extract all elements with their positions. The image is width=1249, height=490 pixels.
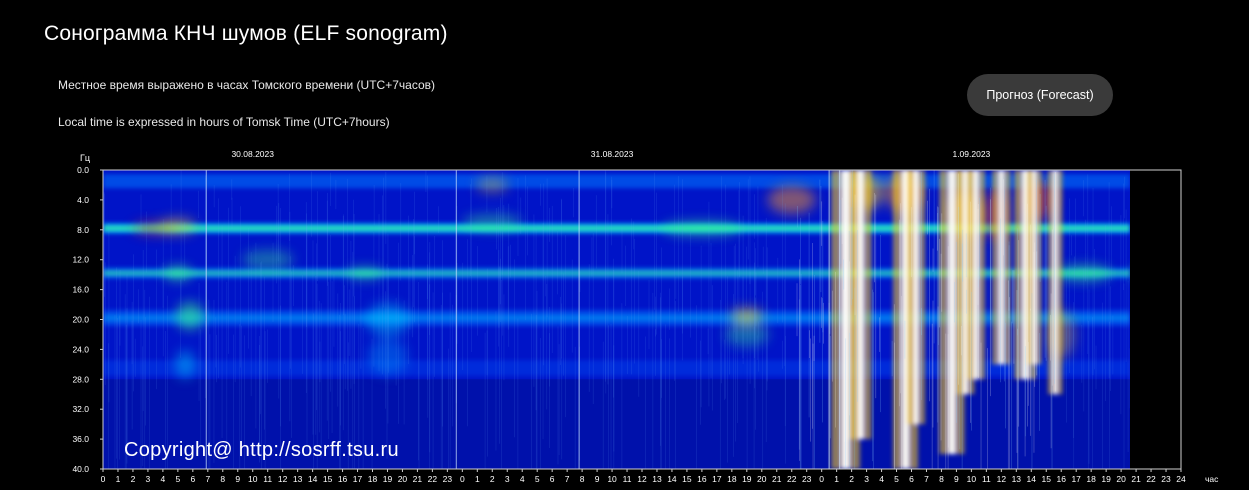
hour-tick-label: 1 bbox=[834, 474, 839, 484]
hour-tick-label: 6 bbox=[550, 474, 555, 484]
hour-tick-label: 8 bbox=[220, 474, 225, 484]
hour-tick-label: 11 bbox=[263, 474, 272, 484]
timezone-note-en: Local time is expressed in hours of Toms… bbox=[58, 115, 390, 129]
hour-tick-label: 0 bbox=[101, 474, 106, 484]
forecast-button[interactable]: Прогноз (Forecast) bbox=[967, 74, 1113, 116]
hour-tick-label: 22 bbox=[1146, 474, 1156, 484]
hour-tick-label: 12 bbox=[997, 474, 1007, 484]
y-tick-label: 40.0 bbox=[72, 464, 89, 474]
hour-tick-label: 19 bbox=[383, 474, 393, 484]
hour-tick-label: 1 bbox=[475, 474, 480, 484]
date-label: 1.09.2023 bbox=[952, 149, 990, 159]
hour-tick-label: 5 bbox=[175, 474, 180, 484]
hour-tick-label: 19 bbox=[1101, 474, 1111, 484]
hour-tick-label: 2 bbox=[131, 474, 136, 484]
hour-tick-label: 11 bbox=[982, 474, 991, 484]
hour-tick-label: 5 bbox=[535, 474, 540, 484]
hour-tick-label: 7 bbox=[924, 474, 929, 484]
hour-tick-label: 16 bbox=[338, 474, 348, 484]
hour-tick-label: 7 bbox=[565, 474, 570, 484]
hour-tick-label: 21 bbox=[413, 474, 423, 484]
copyright-label: Copyright@ http://sosrff.tsu.ru bbox=[124, 439, 399, 461]
hour-tick-label: 18 bbox=[727, 474, 737, 484]
hour-tick-label: 12 bbox=[278, 474, 288, 484]
y-unit-label: Гц bbox=[80, 153, 90, 163]
y-tick-label: 4.0 bbox=[77, 195, 89, 205]
hour-tick-label: 8 bbox=[580, 474, 585, 484]
y-tick-label: 24.0 bbox=[72, 344, 89, 354]
hour-tick-label: 15 bbox=[323, 474, 333, 484]
hour-tick-label: 3 bbox=[864, 474, 869, 484]
y-tick-label: 36.0 bbox=[72, 434, 89, 444]
hour-tick-label: 9 bbox=[235, 474, 240, 484]
hour-tick-label: 14 bbox=[308, 474, 318, 484]
hour-tick-label: 18 bbox=[1086, 474, 1096, 484]
hour-tick-label: 17 bbox=[1071, 474, 1081, 484]
hour-tick-label: 22 bbox=[428, 474, 438, 484]
hour-tick-label: 19 bbox=[742, 474, 752, 484]
y-tick-label: 12.0 bbox=[72, 255, 89, 265]
hour-tick-label: 16 bbox=[697, 474, 707, 484]
hour-tick-label: 12 bbox=[637, 474, 647, 484]
hour-tick-label: 22 bbox=[787, 474, 797, 484]
y-tick-label: 20.0 bbox=[72, 315, 89, 325]
hour-tick-label: 16 bbox=[1056, 474, 1066, 484]
hour-tick-label: 23 bbox=[802, 474, 812, 484]
hour-tick-label: 6 bbox=[190, 474, 195, 484]
hour-tick-label: 10 bbox=[607, 474, 617, 484]
hour-tick-label: 9 bbox=[954, 474, 959, 484]
x-unit-label: час bbox=[1205, 474, 1219, 484]
hour-tick-label: 17 bbox=[353, 474, 363, 484]
hour-tick-label: 13 bbox=[1012, 474, 1022, 484]
y-tick-label: 16.0 bbox=[72, 285, 89, 295]
hour-tick-label: 10 bbox=[967, 474, 977, 484]
hour-tick-label: 4 bbox=[520, 474, 525, 484]
hour-tick-label: 20 bbox=[398, 474, 408, 484]
hour-tick-label: 7 bbox=[205, 474, 210, 484]
hour-tick-label: 3 bbox=[505, 474, 510, 484]
y-tick-label: 0.0 bbox=[77, 165, 89, 175]
hour-tick-label: 17 bbox=[712, 474, 722, 484]
hour-tick-label: 10 bbox=[248, 474, 258, 484]
hour-tick-label: 20 bbox=[1116, 474, 1126, 484]
hour-tick-label: 8 bbox=[939, 474, 944, 484]
hour-tick-label: 14 bbox=[1027, 474, 1037, 484]
hour-tick-label: 14 bbox=[667, 474, 677, 484]
hour-tick-label: 1 bbox=[116, 474, 121, 484]
hour-tick-label: 3 bbox=[146, 474, 151, 484]
y-tick-label: 8.0 bbox=[77, 225, 89, 235]
y-tick-label: 28.0 bbox=[72, 374, 89, 384]
hour-tick-label: 9 bbox=[595, 474, 600, 484]
page-title: Сонограмма КНЧ шумов (ELF sonogram) bbox=[44, 22, 448, 45]
hour-tick-label: 2 bbox=[490, 474, 495, 484]
hour-tick-label: 11 bbox=[623, 474, 632, 484]
hour-tick-label: 15 bbox=[682, 474, 692, 484]
hour-tick-label: 23 bbox=[1161, 474, 1171, 484]
hour-tick-label: 15 bbox=[1042, 474, 1052, 484]
timezone-note-ru: Местное время выражено в часах Томского … bbox=[58, 78, 435, 92]
hour-tick-label: 13 bbox=[652, 474, 662, 484]
hour-tick-label: 21 bbox=[1131, 474, 1141, 484]
hour-tick-label: 24 bbox=[1176, 474, 1186, 484]
hour-tick-label: 4 bbox=[879, 474, 884, 484]
date-label: 30.08.2023 bbox=[231, 149, 274, 159]
hour-tick-label: 18 bbox=[368, 474, 378, 484]
date-label: 31.08.2023 bbox=[591, 149, 634, 159]
y-tick-label: 32.0 bbox=[72, 404, 89, 414]
hour-tick-label: 6 bbox=[909, 474, 914, 484]
hour-tick-label: 23 bbox=[443, 474, 453, 484]
hour-tick-label: 21 bbox=[772, 474, 782, 484]
hour-tick-label: 2 bbox=[849, 474, 854, 484]
hour-tick-label: 20 bbox=[757, 474, 767, 484]
hour-tick-label: 4 bbox=[161, 474, 166, 484]
hour-tick-label: 0 bbox=[819, 474, 824, 484]
hour-tick-label: 5 bbox=[894, 474, 899, 484]
hour-tick-label: 0 bbox=[460, 474, 465, 484]
hour-tick-label: 13 bbox=[293, 474, 303, 484]
